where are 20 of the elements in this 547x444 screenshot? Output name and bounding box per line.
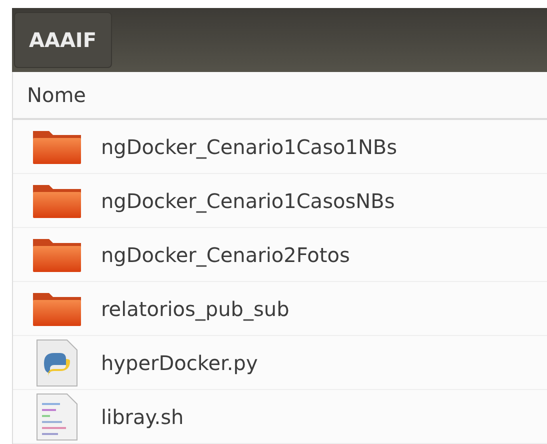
text-file-icon	[36, 392, 78, 440]
file-row[interactable]: relatorios_pub_sub	[13, 282, 547, 336]
folder-icon	[31, 236, 83, 272]
file-name: relatorios_pub_sub	[101, 296, 290, 323]
path-button[interactable]: AAAIF	[14, 12, 112, 68]
folder-icon	[31, 182, 83, 218]
folder-icon	[31, 290, 83, 326]
file-row[interactable]: hyperDocker.py	[13, 336, 547, 390]
file-name: ngDocker_Cenario1CasosNBs	[101, 188, 395, 215]
file-row[interactable]: ngDocker_Cenario1Caso1NBs	[13, 120, 547, 174]
file-name: libray.sh	[101, 404, 184, 430]
python-file-icon	[36, 338, 78, 386]
file-row[interactable]: ngDocker_Cenario1CasosNBs	[13, 174, 547, 228]
file-name: ngDocker_Cenario1Caso1NBs	[101, 134, 398, 161]
file-row[interactable]: ngDocker_Cenario2Fotos	[13, 228, 547, 282]
column-header[interactable]: Nome	[13, 72, 547, 120]
file-name: ngDocker_Cenario2Fotos	[101, 242, 350, 269]
folder-icon	[31, 128, 83, 164]
file-row[interactable]: libray.sh	[13, 390, 547, 444]
file-name: hyperDocker.py	[101, 350, 258, 376]
